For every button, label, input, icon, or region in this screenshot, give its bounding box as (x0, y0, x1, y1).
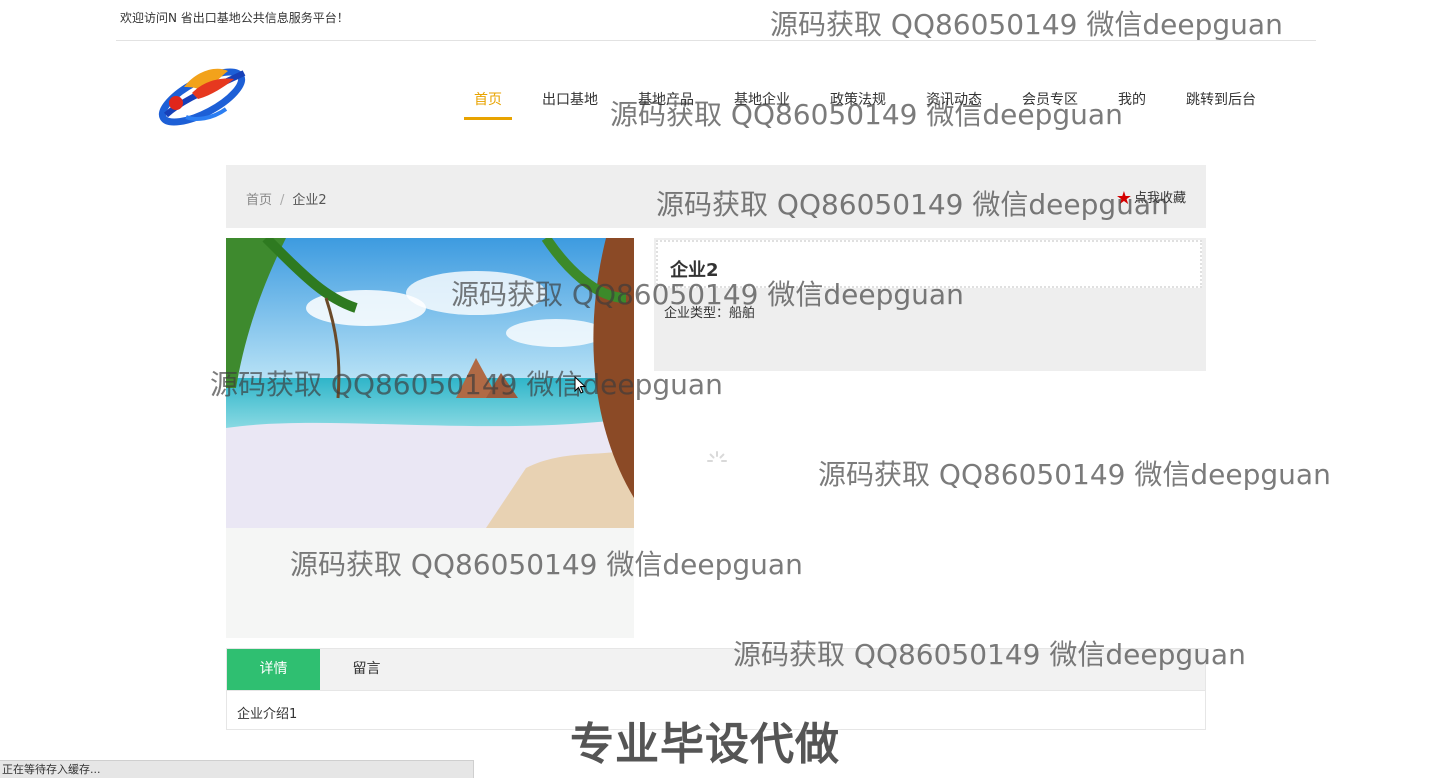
top-bar: 欢迎访问N 省出口基地公共信息服务平台！ (116, 0, 1316, 41)
nav-item-home[interactable]: 首页 (464, 81, 512, 120)
tab-bar: 详情 留言 (227, 649, 1205, 691)
loading-spinner-icon (707, 451, 727, 462)
company-description: 企业介绍1 (237, 707, 298, 722)
company-photo[interactable] (226, 238, 634, 528)
company-type-value: 船舶 (729, 306, 756, 321)
watermark-text: 源码获取 QQ86050149 微信deepguan (818, 458, 1331, 491)
breadcrumb-separator: / (280, 193, 285, 208)
company-type: 企业类型：船舶 (664, 302, 755, 321)
welcome-text: 欢迎访问N 省出口基地公共信息服务平台！ (120, 11, 349, 25)
breadcrumb: 首页 / 企业2 (246, 189, 327, 208)
breadcrumb-current: 企业2 (292, 193, 327, 208)
breadcrumb-bar: 首页 / 企业2 ★ 点我收藏 (226, 165, 1206, 228)
company-gallery (226, 238, 634, 638)
nav-item-news[interactable]: 资讯动态 (916, 81, 992, 119)
nav-item-admin[interactable]: 跳转到后台 (1176, 81, 1266, 119)
breadcrumb-home-link[interactable]: 首页 (246, 193, 272, 208)
company-name: 企业2 (670, 260, 719, 281)
browser-status-bar: 正在等待存入缓存... (0, 760, 474, 778)
nav-item-members[interactable]: 会员专区 (1012, 81, 1088, 119)
company-title-box: 企业2 (656, 240, 1202, 288)
nav-item-export-bases[interactable]: 出口基地 (532, 81, 608, 119)
mouse-cursor-icon (574, 376, 586, 394)
detail-tabs-panel: 详情 留言 企业介绍1 (226, 648, 1206, 730)
header: 首页 出口基地 基地产品 基地企业 政策法规 资讯动态 会员专区 我的 跳转到后… (0, 41, 1436, 161)
company-info-panel: 企业2 企业类型：船舶 (654, 238, 1206, 371)
nav-item-policies[interactable]: 政策法规 (820, 81, 896, 119)
site-logo[interactable] (156, 57, 248, 129)
nav-item-base-companies[interactable]: 基地企业 (724, 81, 800, 119)
star-icon: ★ (1115, 188, 1132, 209)
favorite-label: 点我收藏 (1133, 191, 1186, 206)
favorite-button[interactable]: ★ 点我收藏 (1116, 187, 1186, 209)
main-nav: 首页 出口基地 基地产品 基地企业 政策法规 资讯动态 会员专区 我的 跳转到后… (464, 81, 1286, 121)
company-type-label: 企业类型： (664, 306, 730, 321)
tab-messages[interactable]: 留言 (320, 649, 413, 690)
nav-item-base-products[interactable]: 基地产品 (628, 81, 704, 119)
tab-details[interactable]: 详情 (227, 649, 320, 690)
nav-item-mine[interactable]: 我的 (1108, 81, 1156, 119)
